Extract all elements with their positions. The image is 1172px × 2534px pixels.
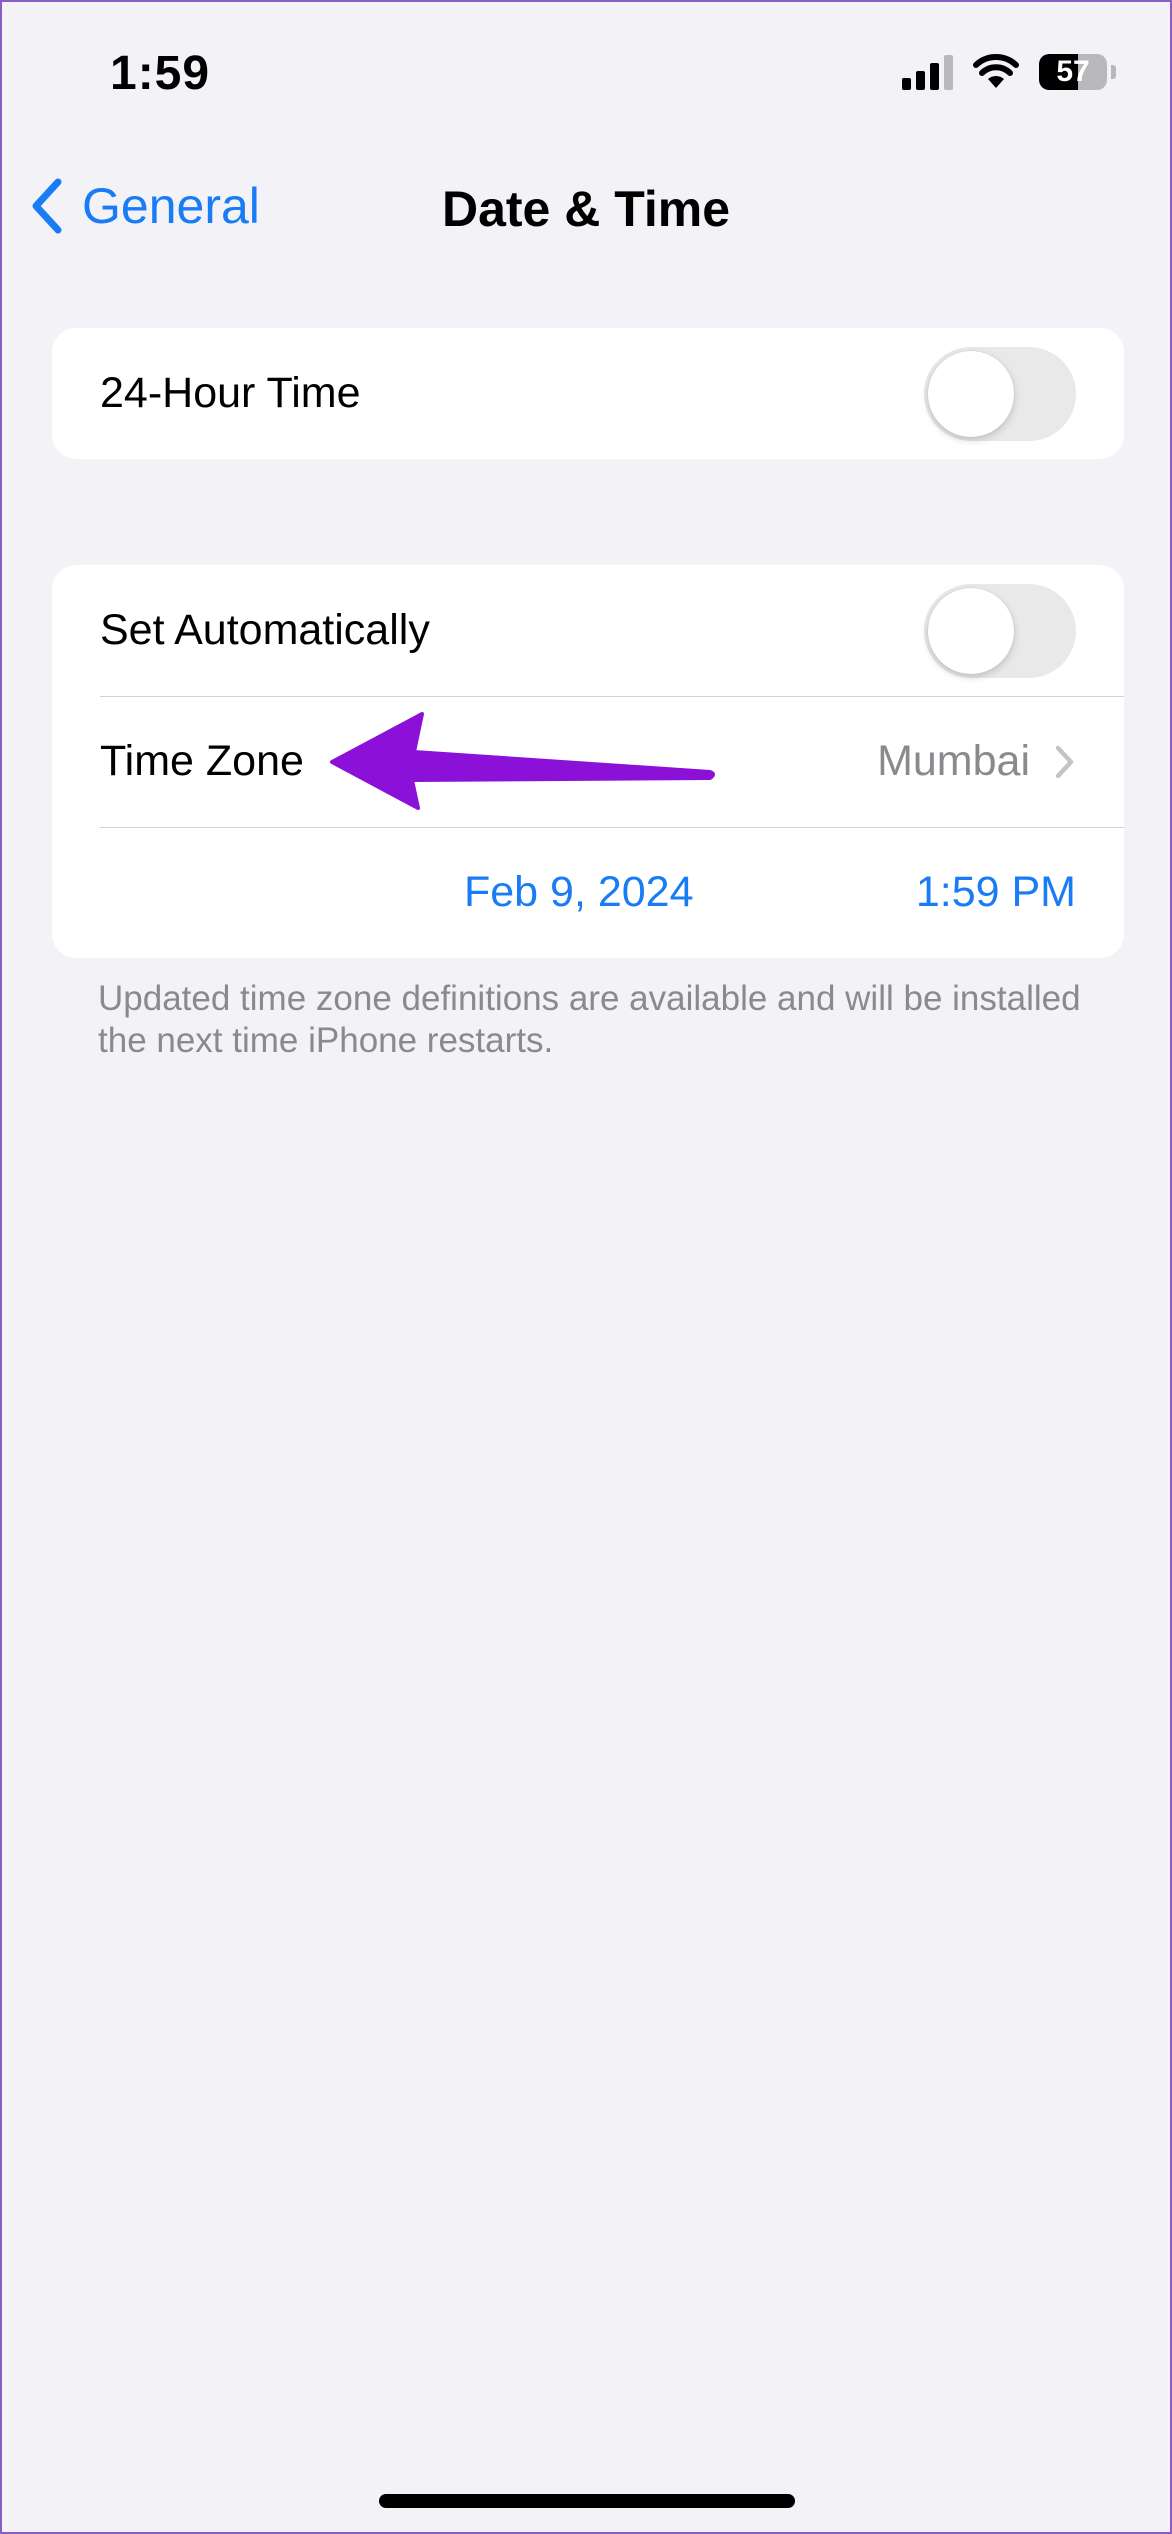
home-indicator[interactable] <box>379 2494 795 2508</box>
toggle-knob <box>928 350 1014 437</box>
row-label-24-hour-time: 24-Hour Time <box>100 369 361 417</box>
status-time: 1:59 <box>110 47 211 100</box>
page-title: Date & Time <box>441 181 731 237</box>
row-date-time: Feb 9, 2024 1:59 PM <box>52 827 1124 958</box>
battery-percent: 57 <box>1056 55 1090 88</box>
cellular-signal-icon <box>902 54 953 90</box>
time-zone-value: Mumbai <box>877 737 1030 785</box>
status-icons: 57 <box>902 54 1116 90</box>
row-label-set-automatically: Set Automatically <box>100 606 430 654</box>
footer-note: Updated time zone definitions are availa… <box>98 979 1081 1060</box>
toggle-knob <box>928 587 1014 674</box>
date-picker-button[interactable]: Feb 9, 2024 <box>464 868 694 917</box>
toggle-set-automatically[interactable] <box>924 583 1076 678</box>
navigation-bar: General Date & Time <box>2 162 1170 256</box>
row-24-hour-time: 24-Hour Time <box>52 328 1124 459</box>
time-picker-button[interactable]: 1:59 PM <box>916 868 1076 917</box>
toggle-24-hour-time[interactable] <box>924 346 1076 441</box>
chevron-right-icon <box>1055 745 1074 778</box>
settings-group-format: 24-Hour Time <box>52 328 1124 459</box>
battery-nub <box>1111 65 1116 79</box>
row-set-automatically: Set Automatically <box>52 565 1124 696</box>
wifi-icon <box>973 54 1019 88</box>
status-bar: 1:59 57 <box>2 2 1170 152</box>
arrow-left-icon <box>330 712 715 810</box>
battery-icon: 57 <box>1039 54 1107 90</box>
